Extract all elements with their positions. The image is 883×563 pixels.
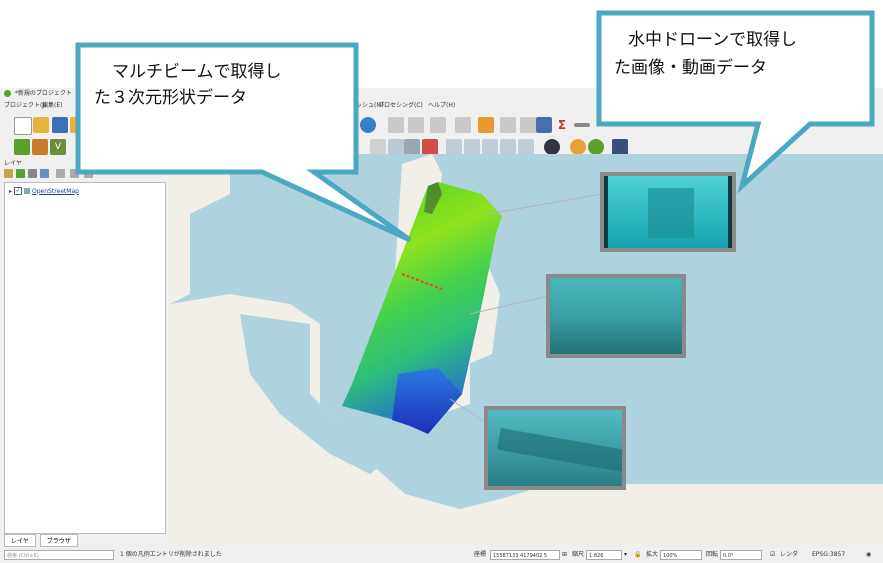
callout-right-line1: 水中ドローンで取得し — [628, 30, 798, 50]
callout-right-line2: た画像・動画データ — [614, 58, 767, 78]
callout-left-line2: た３次元形状データ — [94, 88, 247, 108]
callouts-layer — [75, 10, 875, 243]
callout-left-line1: マルチビームで取得し — [112, 62, 282, 82]
